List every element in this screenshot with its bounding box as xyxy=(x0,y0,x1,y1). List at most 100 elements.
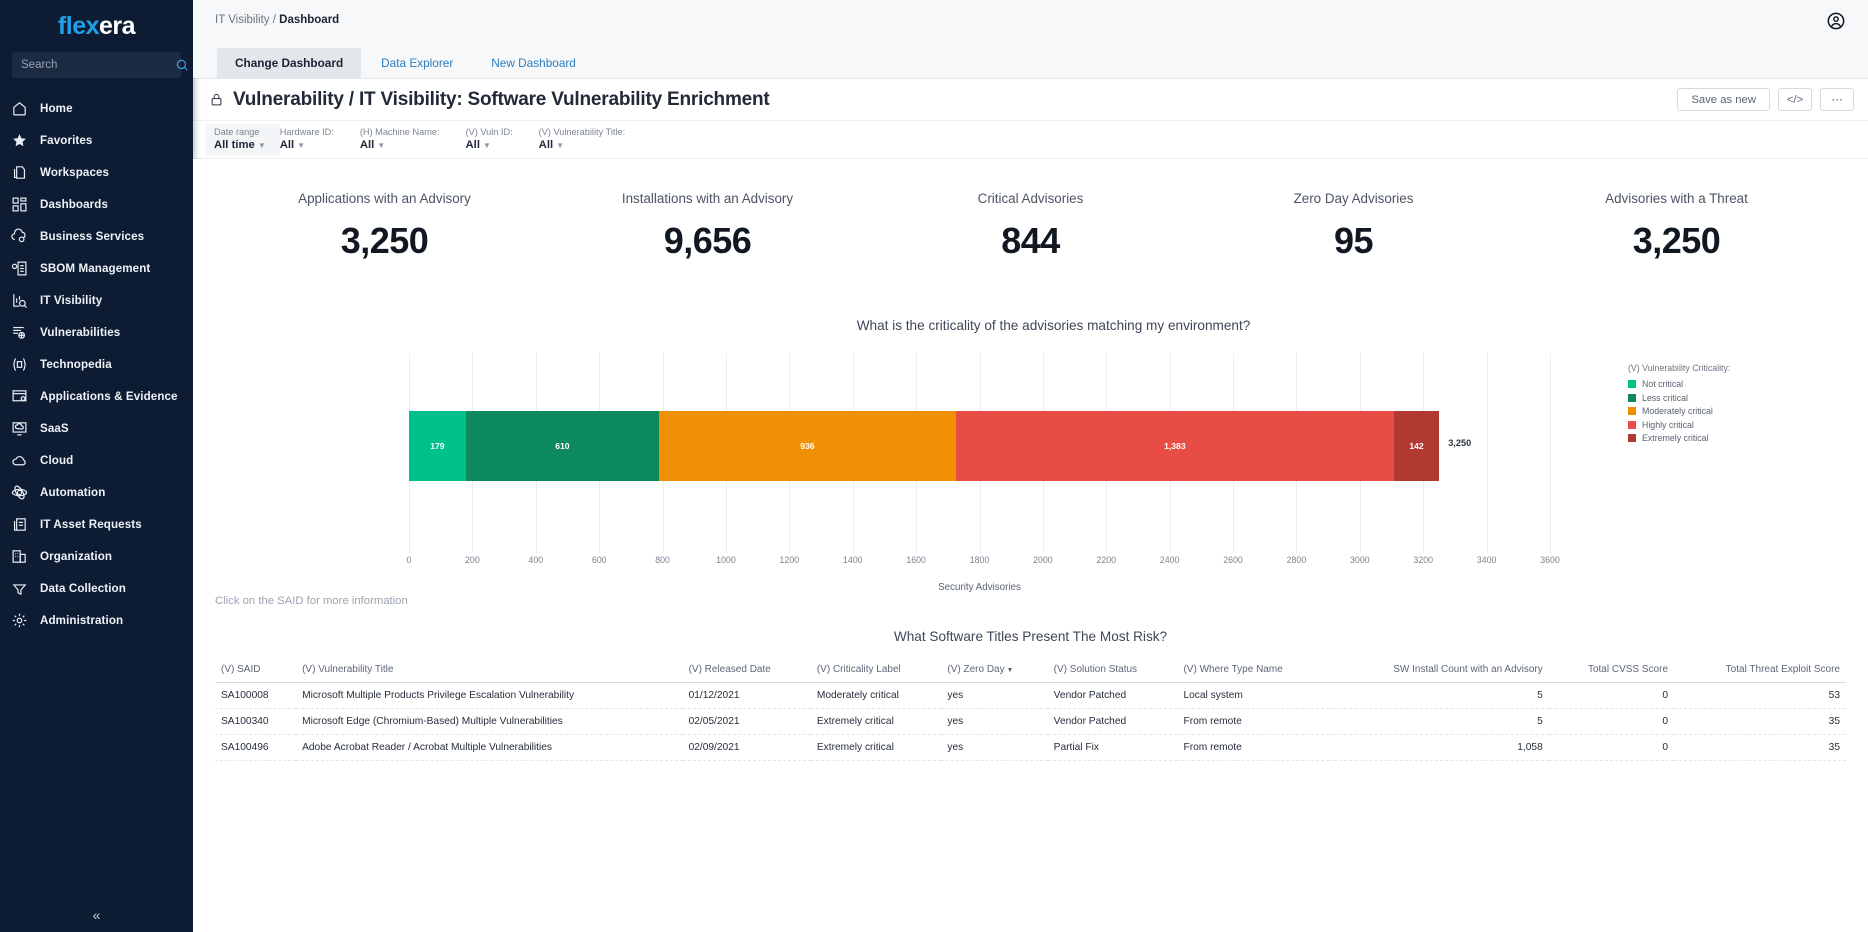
table-cell-zero-day: yes xyxy=(941,709,1047,735)
kpi-value: 9,656 xyxy=(546,220,869,262)
table-column-header[interactable]: (V) Criticality Label xyxy=(811,660,942,683)
filter-value: All▼ xyxy=(280,138,334,153)
flexera-logo[interactable]: flexera xyxy=(0,0,193,52)
breadcrumb-root[interactable]: IT Visibility xyxy=(215,14,270,26)
filter-vuln-id[interactable]: (V) Vuln ID: All▼ xyxy=(466,126,539,153)
tab-new-dashboard[interactable]: New Dashboard xyxy=(473,48,594,78)
table-cell-released-date: 02/09/2021 xyxy=(683,735,811,761)
monitor-cloud-icon xyxy=(11,420,28,437)
table-cell-criticality: Extremely critical xyxy=(811,735,942,761)
table-cell-said[interactable]: SA100340 xyxy=(215,709,296,735)
code-brackets-icon[interactable]: </> xyxy=(1778,88,1812,111)
logo-text-part1: flex xyxy=(58,12,99,40)
filter-machine-name[interactable]: (H) Machine Name: All▼ xyxy=(360,126,466,153)
table-cell-zero-day: yes xyxy=(941,683,1047,709)
table-row[interactable]: SA100496Adobe Acrobat Reader / Acrobat M… xyxy=(215,735,1846,761)
account-circle-icon[interactable] xyxy=(1826,11,1846,31)
sidebar-item-home[interactable]: Home xyxy=(0,92,193,124)
table-column-header[interactable]: (V) Vulnerability Title xyxy=(296,660,682,683)
atom-icon xyxy=(11,484,28,501)
sidebar-item-data-collection[interactable]: Data Collection xyxy=(0,572,193,604)
chart-plot[interactable]: 1796109361,383142 3,250 0200400600800100… xyxy=(409,353,1550,553)
bar-segment-value: 179 xyxy=(430,441,444,451)
sidebar-item-cloud[interactable]: Cloud xyxy=(0,444,193,476)
filter-value: All▼ xyxy=(360,138,440,153)
table-column-header[interactable]: (V) Zero Day ▼ xyxy=(941,660,1047,683)
sidebar-collapse-button[interactable]: « xyxy=(0,898,193,932)
stacked-bar[interactable]: 179 610 9361,383142 xyxy=(409,411,1550,481)
table-cell-criticality: Extremely critical xyxy=(811,709,942,735)
filter-hardware-id[interactable]: Hardware ID: All▼ xyxy=(280,126,360,153)
save-as-new-button[interactable]: Save as new xyxy=(1677,88,1770,111)
sidebar-item-business-services[interactable]: Business Services xyxy=(0,220,193,252)
table-cell-said[interactable]: SA100008 xyxy=(215,683,296,709)
bar-segment-less-critical[interactable]: 610 xyxy=(466,411,659,481)
dashboard-body[interactable]: Applications with an Advisory 3,250 Inst… xyxy=(193,159,1868,932)
legend-item[interactable]: Moderately critical xyxy=(1628,406,1808,416)
breadcrumb-current: Dashboard xyxy=(279,14,339,26)
kpi-value: 844 xyxy=(869,220,1192,262)
sidebar-item-label: SBOM Management xyxy=(40,262,150,275)
search-icon[interactable] xyxy=(175,58,189,72)
sidebar-item-label: Organization xyxy=(40,550,112,563)
kpi-label: Applications with an Advisory xyxy=(223,191,546,206)
x-axis-tick: 0 xyxy=(407,555,412,565)
filter-date-range[interactable]: Date range All time▼ xyxy=(205,124,280,155)
sidebar-item-organization[interactable]: Organization xyxy=(0,540,193,572)
sidebar-item-label: IT Asset Requests xyxy=(40,518,142,531)
sidebar-item-label: Home xyxy=(40,102,73,115)
x-axis-tick: 200 xyxy=(465,555,480,565)
legend-swatch xyxy=(1628,380,1636,388)
sidebar-item-it-asset-requests[interactable]: IT Asset Requests xyxy=(0,508,193,540)
table-column-header[interactable]: Total CVSS Score xyxy=(1549,660,1674,683)
table-column-header[interactable]: (V) Released Date xyxy=(683,660,811,683)
ellipsis-icon[interactable]: ⋯ xyxy=(1820,88,1854,111)
legend-item[interactable]: Not critical xyxy=(1628,379,1808,389)
legend-item[interactable]: Highly critical xyxy=(1628,420,1808,430)
bar-segment-moderately-critical[interactable]: 936 xyxy=(659,411,956,481)
sidebar-item-applications-evidence[interactable]: Applications & Evidence xyxy=(0,380,193,412)
legend-item[interactable]: Extremely critical xyxy=(1628,433,1808,443)
table-cell-sw-install-count: 1,058 xyxy=(1329,735,1549,761)
filter-vulnerability-title[interactable]: (V) Vulnerability Title: All▼ xyxy=(539,126,651,153)
bar-segment-not-critical[interactable]: 179 xyxy=(409,411,466,481)
search-input[interactable] xyxy=(21,59,175,71)
chevron-down-icon: ▼ xyxy=(377,141,385,150)
sidebar-item-label: Workspaces xyxy=(40,166,109,179)
bar-segment-value: 610 xyxy=(555,441,569,451)
tab-data-explorer[interactable]: Data Explorer xyxy=(363,48,471,78)
table-column-header[interactable]: Total Threat Exploit Score xyxy=(1674,660,1846,683)
table-column-header[interactable]: SW Install Count with an Advisory xyxy=(1329,660,1549,683)
table-column-header[interactable]: (V) Where Type Name xyxy=(1177,660,1328,683)
table-column-header[interactable]: (V) SAID xyxy=(215,660,296,683)
sidebar-item-administration[interactable]: Administration xyxy=(0,604,193,636)
sidebar-item-automation[interactable]: Automation xyxy=(0,476,193,508)
sidebar-item-vulnerabilities[interactable]: Vulnerabilities xyxy=(0,316,193,348)
search-box[interactable] xyxy=(12,52,181,78)
legend-item[interactable]: Less critical xyxy=(1628,393,1808,403)
sidebar-item-it-visibility[interactable]: IT Visibility xyxy=(0,284,193,316)
sidebar-item-favorites[interactable]: Favorites xyxy=(0,124,193,156)
logo-text-part2: era xyxy=(99,12,135,40)
table-cell-total-threat: 35 xyxy=(1674,709,1846,735)
table-row[interactable]: SA100340Microsoft Edge (Chromium-Based) … xyxy=(215,709,1846,735)
chart-x-axis: 0200400600800100012001400160018002000220… xyxy=(409,555,1550,571)
table-row[interactable]: SA100008Microsoft Multiple Products Priv… xyxy=(215,683,1846,709)
bar-segment-highly-critical[interactable]: 1,383 xyxy=(956,411,1394,481)
cloud-icon xyxy=(11,452,28,469)
bar-segment-extremely-critical[interactable]: 142 xyxy=(1394,411,1439,481)
page-title: Vulnerability / IT Visibility: Software … xyxy=(233,89,770,111)
table-column-header[interactable]: (V) Solution Status xyxy=(1048,660,1178,683)
x-axis-tick: 1800 xyxy=(970,555,990,565)
legend-title: (V) Vulnerability Criticality: xyxy=(1628,363,1808,373)
sidebar-item-sbom-management[interactable]: SBOM Management xyxy=(0,252,193,284)
sidebar-item-dashboards[interactable]: Dashboards xyxy=(0,188,193,220)
sidebar-item-workspaces[interactable]: Workspaces xyxy=(0,156,193,188)
tab-change-dashboard[interactable]: Change Dashboard xyxy=(217,48,361,78)
table-cell-said[interactable]: SA100496 xyxy=(215,735,296,761)
sidebar-item-label: Automation xyxy=(40,486,105,499)
table-cell-solution-status: Partial Fix xyxy=(1048,735,1178,761)
sidebar-item-saas[interactable]: SaaS xyxy=(0,412,193,444)
sidebar-item-technopedia[interactable]: Technopedia xyxy=(0,348,193,380)
kpi-label: Advisories with a Threat xyxy=(1515,191,1838,206)
